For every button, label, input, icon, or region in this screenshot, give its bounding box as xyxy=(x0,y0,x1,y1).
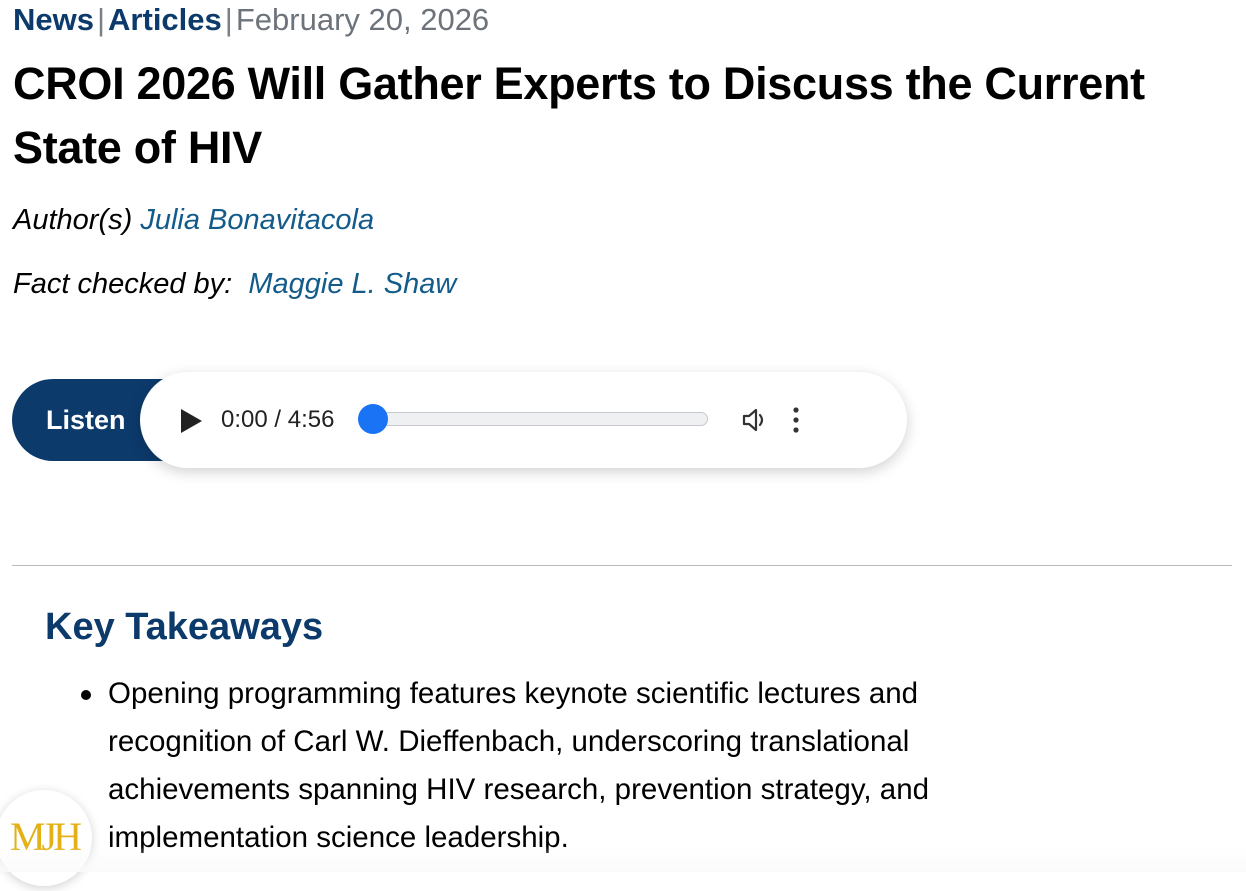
factcheck-link[interactable]: Maggie L. Shaw xyxy=(248,268,456,300)
breadcrumb-separator: | xyxy=(96,2,106,37)
author-link[interactable]: Julia Bonavitacola xyxy=(140,204,374,236)
factcheck-line: Fact checked by: Maggie L. Shaw xyxy=(13,266,456,302)
breadcrumb-articles-link[interactable]: Articles xyxy=(108,2,222,37)
audio-progress-thumb[interactable] xyxy=(358,404,388,434)
author-line: Author(s) Julia Bonavitacola xyxy=(13,202,374,238)
volume-icon[interactable] xyxy=(741,406,771,434)
factcheck-label: Fact checked by: xyxy=(13,268,233,300)
audio-player: 0:00 / 4:56 xyxy=(140,372,907,468)
section-divider xyxy=(12,565,1232,566)
audio-progress-slider[interactable] xyxy=(358,404,708,434)
article-title: CROI 2026 Will Gather Experts to Discuss… xyxy=(13,58,1145,173)
author-label: Author(s) xyxy=(13,204,133,236)
breadcrumb: News|Articles|February 20, 2026 xyxy=(13,2,489,38)
key-takeaways-heading: Key Takeaways xyxy=(45,606,324,648)
more-vert-icon[interactable] xyxy=(786,405,806,435)
breadcrumb-separator: | xyxy=(224,2,233,37)
svg-text:MJH: MJH xyxy=(10,814,81,859)
breadcrumb-news-link[interactable]: News xyxy=(13,2,94,37)
audio-time: 0:00 / 4:56 xyxy=(221,406,335,433)
takeaway-item: Opening programming features keynote sci… xyxy=(81,670,1038,862)
publish-date: February 20, 2026 xyxy=(235,2,490,37)
play-icon[interactable] xyxy=(178,407,204,435)
key-takeaways-list: Opening programming features keynote sci… xyxy=(81,670,1038,862)
